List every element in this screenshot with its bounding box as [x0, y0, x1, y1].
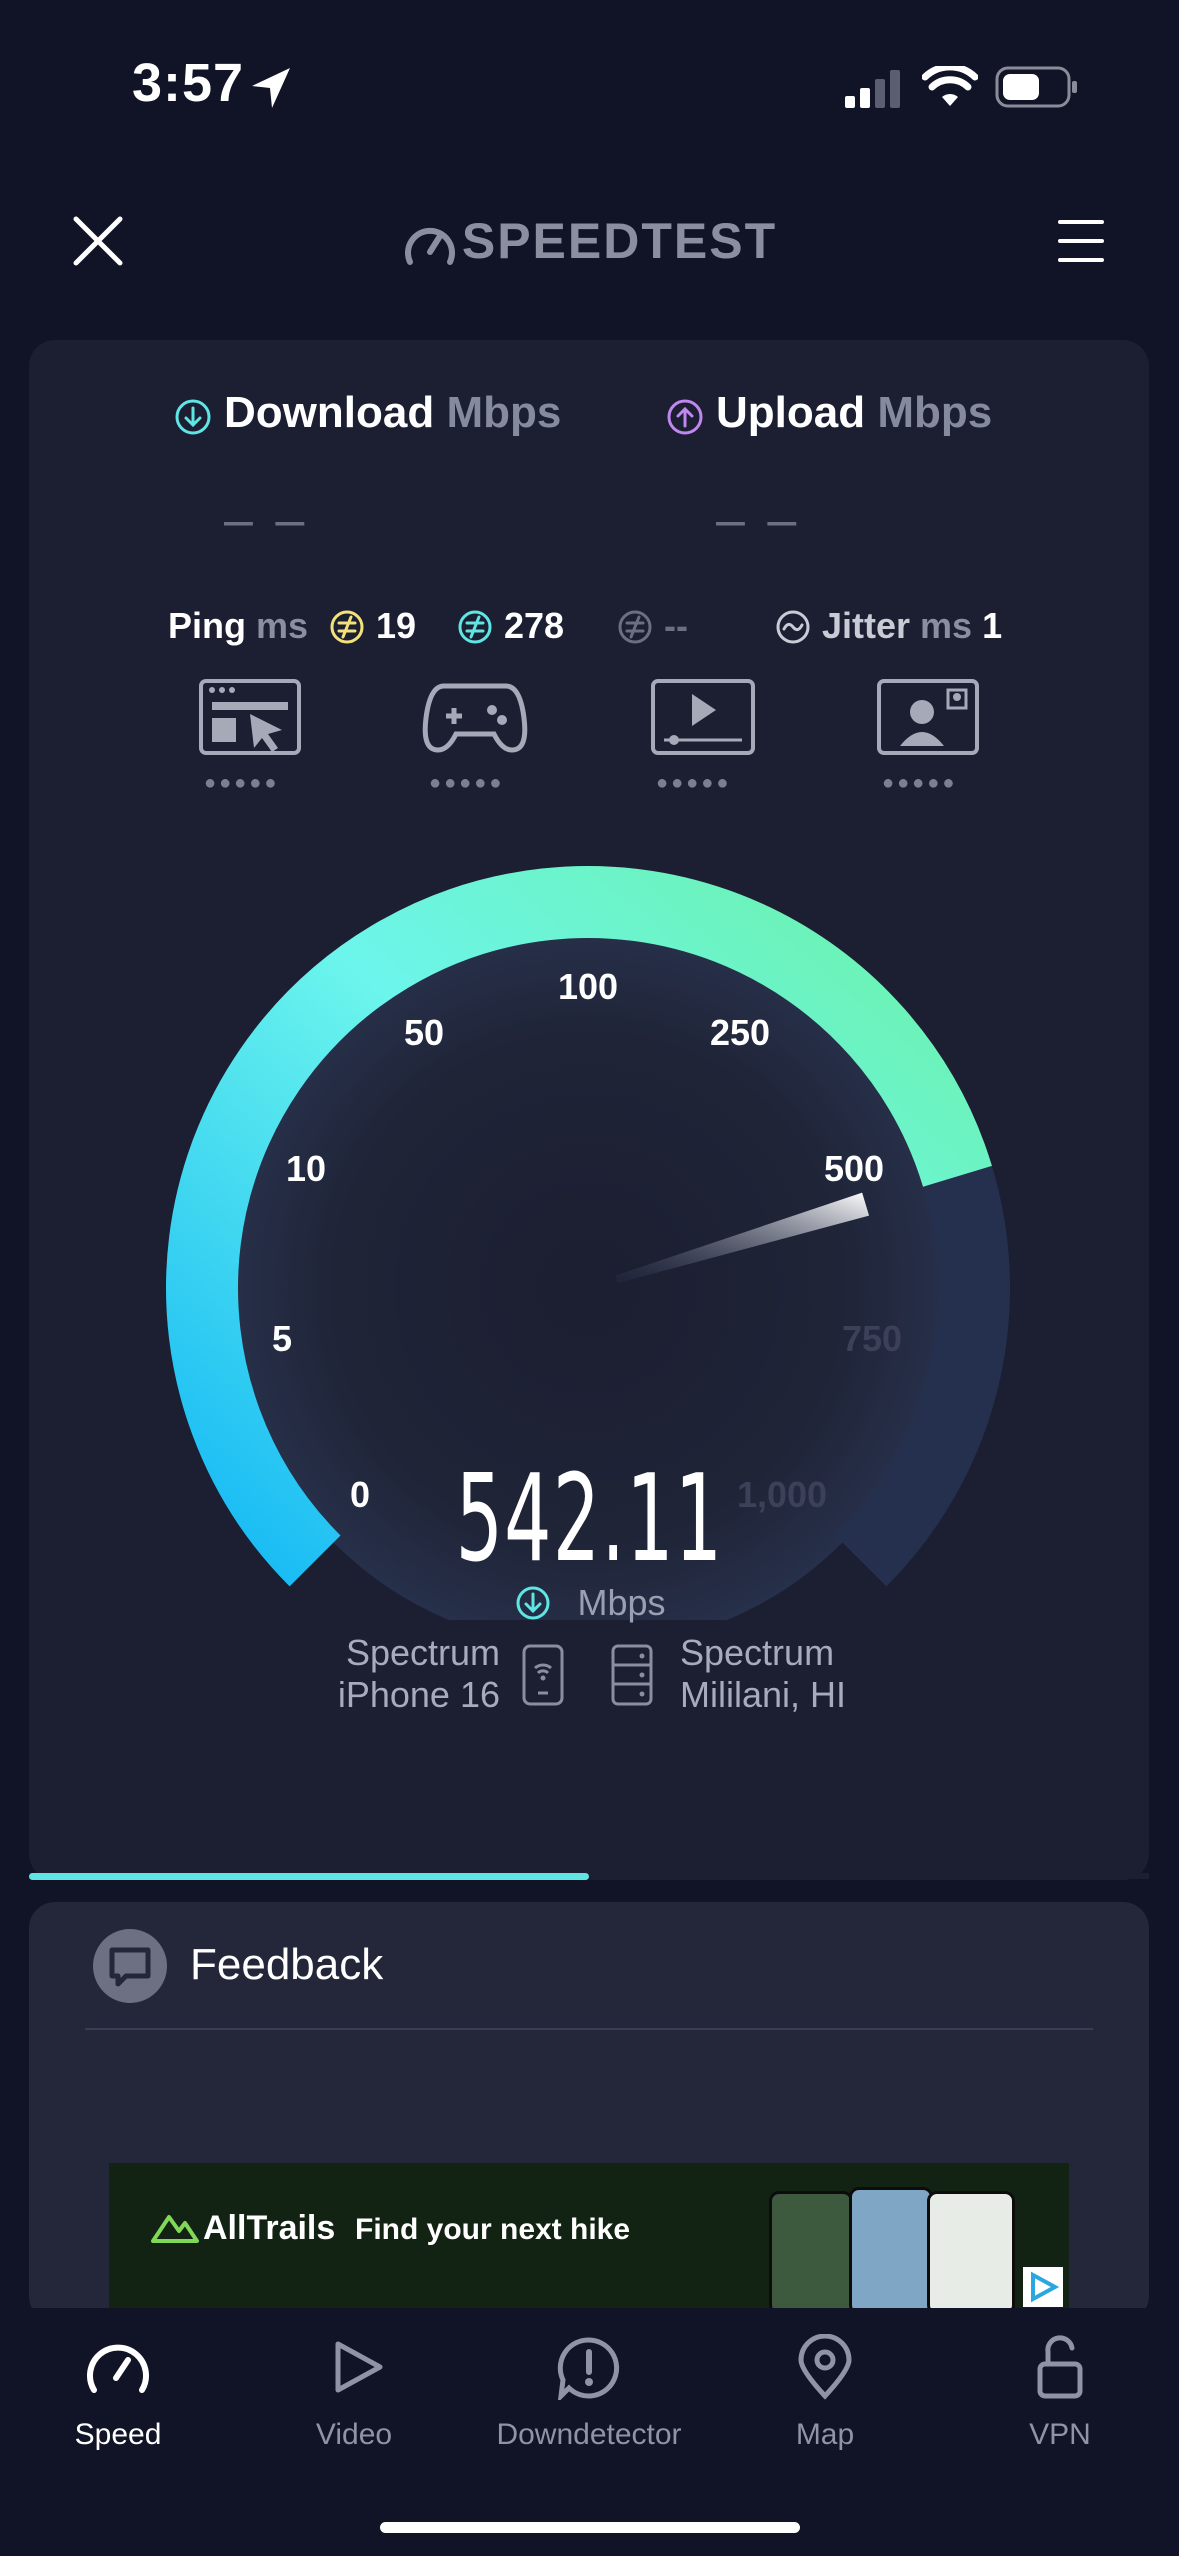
- download-unit: Mbps: [446, 388, 562, 437]
- jitter-label: Jitter: [822, 605, 911, 646]
- status-time: 3:57: [132, 53, 245, 113]
- gauge-tick-100: 100: [557, 966, 619, 1007]
- upload-label: Upload: [716, 388, 866, 437]
- server-location: Mililani, HI: [680, 1674, 847, 1715]
- web-browsing-rating: ●●●●●: [204, 772, 280, 794]
- ad-banner[interactable]: AllTrails Find your next hike: [109, 2163, 1069, 2315]
- alert-icon[interactable]: [557, 2336, 621, 2400]
- upload-header: Upload Mbps: [716, 388, 992, 438]
- feedback-label[interactable]: Feedback: [190, 1940, 383, 1990]
- download-header: Download Mbps: [224, 388, 561, 438]
- web-browsing-icon[interactable]: [198, 678, 302, 758]
- download-arrow-icon: [175, 399, 211, 435]
- speedtest-logo: SPEEDTEST: [461, 213, 778, 269]
- server-info[interactable]: Spectrum Mililani, HI: [680, 1632, 846, 1716]
- wifi-icon: [922, 66, 978, 106]
- ping-label-group: Ping ms: [168, 605, 308, 647]
- ad-phone-image: [769, 2191, 853, 2315]
- ad-phone-image: [849, 2187, 933, 2315]
- gaming-rating: ●●●●●: [429, 772, 505, 794]
- tab-downdetector[interactable]: Downdetector: [469, 2418, 709, 2452]
- ad-choices-icon[interactable]: [1023, 2267, 1063, 2307]
- jitter-unit: ms: [920, 605, 973, 646]
- server-icon: [611, 1644, 653, 1706]
- server-name: Spectrum: [680, 1632, 835, 1673]
- ping-idle-value: 19: [376, 605, 417, 646]
- ping-upload-value: --: [664, 605, 688, 646]
- gauge-tick-250: 250: [709, 1012, 771, 1053]
- video-chat-icon[interactable]: [876, 678, 980, 758]
- play-icon[interactable]: [328, 2338, 386, 2396]
- gauge-tick-500: 500: [823, 1148, 885, 1189]
- ad-phone-image: [927, 2191, 1015, 2315]
- tab-speed[interactable]: Speed: [0, 2418, 238, 2452]
- test-progress-fill: [29, 1873, 589, 1880]
- gaming-controller-icon[interactable]: [422, 678, 528, 758]
- cellular-signal-icon: [845, 70, 900, 108]
- video-chat-rating: ●●●●●: [882, 772, 958, 794]
- upload-unit: Mbps: [877, 388, 993, 437]
- ping-label: Ping: [168, 605, 246, 646]
- battery-icon: [995, 66, 1077, 108]
- gauge-tick-10: 10: [285, 1148, 327, 1189]
- ad-brand: AllTrails: [203, 2209, 336, 2247]
- video-streaming-icon[interactable]: [650, 678, 756, 758]
- speed-unit: Mbps: [577, 1582, 666, 1623]
- lock-icon[interactable]: [1036, 2334, 1084, 2400]
- tab-video[interactable]: Video: [234, 2418, 474, 2452]
- tab-map[interactable]: Map: [705, 2418, 945, 2452]
- jitter-group: Jitter ms 1: [822, 605, 1002, 647]
- jitter-icon: [776, 610, 810, 644]
- ping-download-value: 278: [504, 605, 565, 646]
- upload-value: – –: [716, 491, 801, 549]
- gauge-tick-750: 750: [841, 1318, 903, 1359]
- location-arrow-icon: [252, 68, 290, 108]
- isp-name: Spectrum: [345, 1632, 500, 1673]
- home-indicator: [380, 2522, 800, 2533]
- hamburger-menu-icon[interactable]: [1058, 218, 1104, 264]
- isp-info[interactable]: Spectrum iPhone 16: [300, 1632, 500, 1716]
- ping-download-icon: [458, 610, 492, 644]
- map-pin-icon[interactable]: [797, 2334, 853, 2400]
- feedback-divider: [85, 2028, 1093, 2030]
- download-label: Download: [224, 388, 435, 437]
- ad-tagline: Find your next hike: [355, 2213, 631, 2246]
- speed-value: 542.11: [455, 1450, 724, 1589]
- ping-upload-icon: [618, 610, 652, 644]
- feedback-chat-icon[interactable]: [92, 1928, 168, 2004]
- upload-arrow-icon: [667, 399, 703, 435]
- download-value: – –: [224, 491, 309, 549]
- gauge-tick-50: 50: [403, 1012, 445, 1053]
- ping-idle-icon: [330, 610, 364, 644]
- video-streaming-rating: ●●●●●: [656, 772, 732, 794]
- jitter-value: 1: [982, 605, 1003, 646]
- device-name: iPhone 16: [337, 1674, 500, 1715]
- alltrails-logo-icon: [151, 2215, 199, 2243]
- tab-vpn[interactable]: VPN: [940, 2418, 1179, 2452]
- ping-unit: ms: [256, 605, 309, 646]
- gauge-tick-5: 5: [271, 1318, 293, 1359]
- phone-wifi-icon: [522, 1644, 564, 1706]
- speedometer-icon[interactable]: [86, 2336, 150, 2398]
